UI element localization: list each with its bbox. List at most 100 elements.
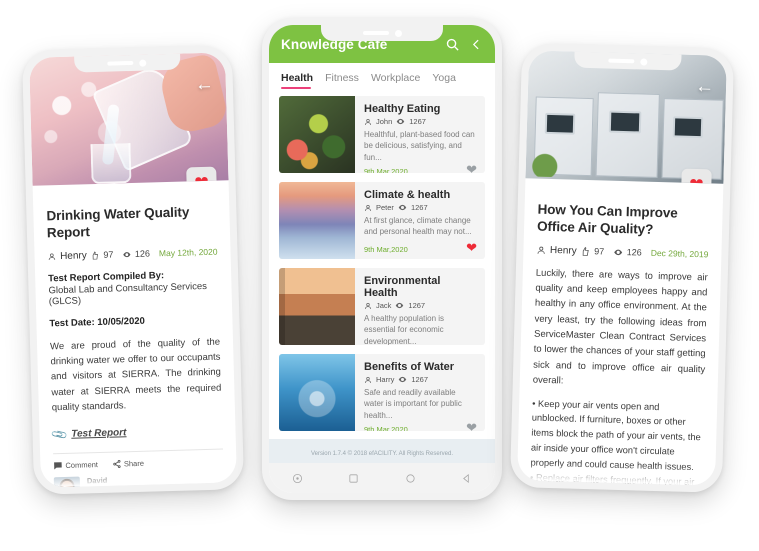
article-views: 1267 bbox=[410, 203, 428, 212]
user-icon bbox=[48, 253, 56, 260]
bullet-item: • Keep your air vents open and unblocked… bbox=[530, 398, 701, 473]
article-title: Healthy Eating bbox=[364, 103, 441, 115]
thumbs-up-icon[interactable] bbox=[91, 249, 100, 260]
front-camera bbox=[394, 29, 402, 37]
article-thumbnail-sea-sunset bbox=[279, 182, 355, 259]
comment-author: David bbox=[86, 476, 108, 486]
article-thumbnail-city bbox=[279, 268, 355, 345]
user-icon bbox=[364, 118, 372, 125]
monitor bbox=[672, 116, 704, 139]
list-item-body: Benefits of Water Harry 1267 Safe and re… bbox=[355, 354, 485, 431]
android-nav-bar bbox=[269, 463, 495, 493]
article-excerpt: Safe and readily available water is impo… bbox=[364, 388, 462, 420]
thumbs-up-icon[interactable] bbox=[581, 245, 591, 256]
article-views: 1267 bbox=[409, 117, 426, 126]
heart-filled-icon: ❤ bbox=[689, 174, 704, 183]
like-count: 97 bbox=[594, 246, 605, 257]
eye-icon bbox=[123, 251, 131, 257]
article-body: We are proud of the quality of the drink… bbox=[49, 336, 222, 414]
article-content: How You Can Improve Office Air Quality? … bbox=[517, 178, 723, 486]
office-plant bbox=[531, 150, 559, 178]
eye-icon bbox=[614, 249, 622, 255]
list-item-body: Healthy Eating John 1267 Healthful, plan… bbox=[355, 96, 485, 173]
user-icon bbox=[537, 246, 545, 254]
phone-notch bbox=[74, 53, 181, 73]
article-title: Climate & health bbox=[364, 189, 451, 201]
monitor bbox=[608, 110, 642, 134]
article-author: Peter bbox=[376, 203, 394, 212]
article-thumbnail-vegetables bbox=[279, 96, 355, 173]
paperclip-icon: 📎 bbox=[50, 426, 69, 445]
page-title: How You Can Improve Office Air Quality? bbox=[536, 201, 678, 238]
monitor bbox=[544, 112, 576, 135]
favorite-icon[interactable]: ❤ bbox=[466, 421, 477, 431]
favorite-icon[interactable]: ❤ bbox=[466, 241, 477, 254]
tab-workplace[interactable]: Workplace bbox=[371, 72, 420, 89]
article-body: Luckily, there are ways to improve air q… bbox=[532, 267, 708, 387]
tab-yoga[interactable]: Yoga bbox=[432, 72, 456, 89]
article-excerpt: At first glance, climate change and pers… bbox=[364, 216, 472, 237]
like-button[interactable]: ❤ bbox=[680, 168, 712, 184]
share-button[interactable]: Share bbox=[112, 459, 144, 469]
share-icon bbox=[112, 460, 121, 469]
circle-dot-icon bbox=[292, 473, 302, 483]
favorite-icon[interactable]: ❤ bbox=[466, 163, 477, 173]
tab-fitness[interactable]: Fitness bbox=[325, 72, 359, 89]
cubicle-partition bbox=[595, 92, 660, 178]
view-count: 126 bbox=[626, 247, 642, 258]
center-phone-mockup: Knowledge Café Health Fitness Workplace … bbox=[262, 18, 502, 500]
list-item[interactable]: Benefits of Water Harry 1267 Safe and re… bbox=[279, 354, 485, 431]
version-text: Version 1.7.4 © 2018 efACILITY. All Righ… bbox=[310, 451, 454, 457]
eye-icon bbox=[398, 204, 407, 211]
article-meta: Henry 97 126 May 12th, 2020 bbox=[47, 246, 218, 262]
article-views: 1267 bbox=[411, 375, 429, 384]
front-camera bbox=[139, 59, 147, 67]
article-hero-image-water: ← ❤ bbox=[29, 52, 229, 186]
chevron-left-icon bbox=[472, 39, 479, 49]
left-phone-screen: ← ❤ Drinking Water Quality Report Henry … bbox=[29, 52, 237, 488]
front-camera bbox=[640, 57, 648, 66]
back-triangle-icon[interactable] bbox=[461, 473, 472, 484]
square-glyph bbox=[349, 473, 358, 483]
right-phone-screen: ← ❤ How You Can Improve Office Air Quali… bbox=[517, 50, 727, 486]
article-title: Environmental Health bbox=[364, 275, 441, 299]
list-item[interactable]: Climate & health Peter 1267 At first gla… bbox=[279, 182, 485, 259]
article-thumbnail-water-drop bbox=[279, 354, 355, 431]
author-name: Henry bbox=[59, 249, 87, 262]
list-item[interactable]: Healthy Eating John 1267 Healthful, plan… bbox=[279, 96, 485, 173]
avatar bbox=[53, 476, 81, 488]
article-content: Drinking Water Quality Report Henry 97 1… bbox=[33, 180, 237, 488]
page-title: Drinking Water Quality Report bbox=[46, 204, 190, 241]
comment-label: Comment bbox=[65, 460, 99, 471]
recent-apps-icon[interactable] bbox=[292, 473, 303, 484]
speaker-slot bbox=[107, 60, 134, 66]
article-author: Jack bbox=[376, 301, 392, 310]
search-icon bbox=[446, 38, 459, 51]
comment-button[interactable]: Comment bbox=[53, 460, 98, 470]
article-excerpt: A healthy population is essential for ec… bbox=[364, 314, 445, 345]
publish-date: Dec 29th, 2019 bbox=[650, 247, 709, 260]
list-item-body: Climate & health Peter 1267 At first gla… bbox=[355, 182, 485, 259]
phone-notch bbox=[320, 25, 444, 41]
author-name: Henry bbox=[549, 244, 577, 257]
list-item[interactable]: Environmental Health Jack 1267 A healthy… bbox=[279, 268, 485, 345]
eye-icon bbox=[399, 376, 407, 383]
back-arrow-icon[interactable]: ← bbox=[695, 76, 715, 98]
comment-body: David Useful 1 hour ago Like Reply bbox=[86, 473, 225, 487]
article-date: 9th Mar,2020 bbox=[364, 245, 408, 254]
search-button[interactable] bbox=[445, 37, 460, 52]
attachment-row[interactable]: 📎 Test Report bbox=[50, 424, 222, 445]
right-phone-mockup: ← ❤ How You Can Improve Office Air Quali… bbox=[509, 43, 735, 493]
back-button[interactable] bbox=[470, 37, 483, 52]
field-label: Test Date: 10/05/2020 bbox=[49, 315, 145, 329]
square-icon[interactable] bbox=[348, 473, 359, 484]
home-circle-icon[interactable] bbox=[405, 473, 416, 484]
list-item-footer: 9th Mar,2020 ❤ bbox=[364, 163, 477, 173]
tab-health[interactable]: Health bbox=[281, 72, 313, 89]
back-arrow-icon[interactable]: ← bbox=[195, 74, 215, 96]
test-report-link[interactable]: Test Report bbox=[71, 428, 126, 441]
user-icon bbox=[364, 376, 372, 383]
center-phone-screen: Knowledge Café Health Fitness Workplace … bbox=[269, 25, 495, 493]
article-views: 1267 bbox=[408, 301, 426, 310]
user-icon bbox=[364, 302, 372, 309]
